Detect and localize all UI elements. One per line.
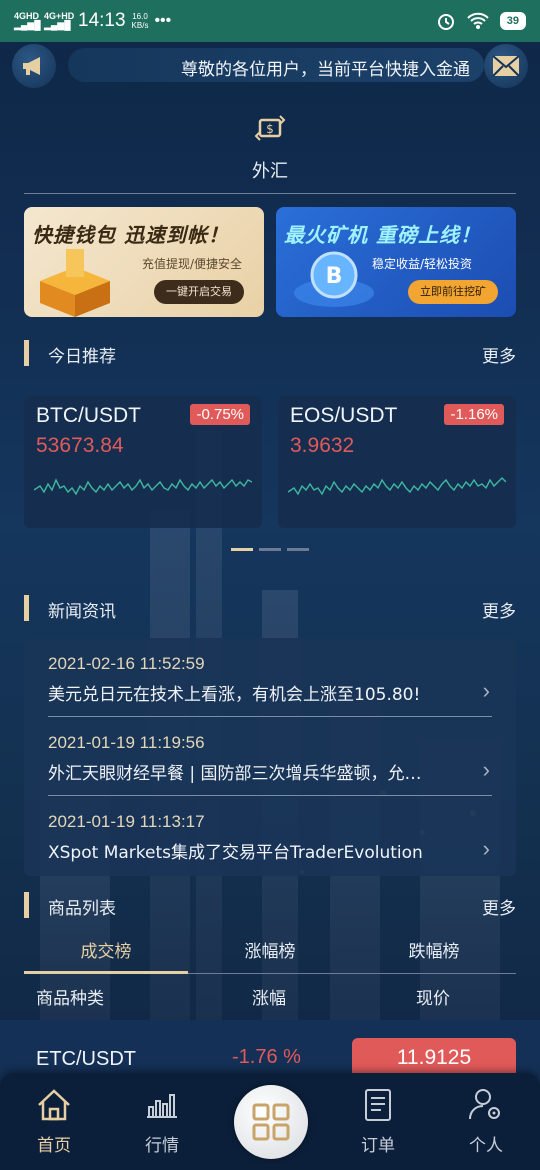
gold-box-icon xyxy=(40,249,110,317)
notice-marquee[interactable]: 尊敬的各位用户，当前平台快捷入金通 xyxy=(68,48,484,82)
svg-text:$: $ xyxy=(266,122,274,136)
news-title: 外汇天眼财经早餐 | 国防部三次增兵华盛顿，允… xyxy=(48,764,422,784)
news-time: 2021-01-19 11:13:17 xyxy=(48,812,205,831)
grid-icon xyxy=(252,1103,290,1141)
product-price-badge: 11.9125 xyxy=(352,1038,516,1078)
banner-mining[interactable]: B 最火矿机 重磅上线！ 稳定收益/轻松投资 立即前往挖矿 xyxy=(276,207,516,317)
nav-profile[interactable]: 个人 xyxy=(446,1085,526,1156)
news-title: 美元兑日元在技术上看涨，有机会上涨至105.80! xyxy=(48,685,421,705)
news-more-link[interactable]: 更多 xyxy=(482,597,516,622)
carousel-pager xyxy=(231,548,309,551)
open-trading-button[interactable]: 一键开启交易 xyxy=(154,280,244,304)
nav-label: 行情 xyxy=(145,1136,179,1156)
product-column-headers: 商品种类 涨幅 现价 xyxy=(24,984,516,1012)
pager-dot[interactable] xyxy=(287,548,309,551)
megaphone-icon xyxy=(23,57,40,75)
pager-dot-active[interactable] xyxy=(231,548,253,551)
mining-coin-icon: B xyxy=(294,251,374,307)
forex-exchange-icon: $ xyxy=(254,115,286,141)
ticker-price: 3.9632 xyxy=(290,434,355,457)
active-tab-indicator xyxy=(24,971,188,974)
news-item[interactable]: 2021-01-19 11:19:56 外汇天眼财经早餐 | 国防部三次增兵华盛… xyxy=(24,717,516,795)
notice-text: 尊敬的各位用户，当前平台快捷入金通 xyxy=(181,60,470,80)
ticker-card-btc[interactable]: BTC/USDT -0.75% 53673.84 xyxy=(24,396,262,528)
message-button[interactable] xyxy=(484,44,528,88)
ticker-symbol: EOS/USDT xyxy=(290,404,398,427)
section-title: 商品列表 xyxy=(48,899,116,919)
section-accent-bar xyxy=(24,340,29,366)
tab-losers[interactable]: 跌幅榜 xyxy=(352,937,516,962)
banner-subtitle: 充值提现/便捷安全 xyxy=(142,257,243,271)
banner-title: 最火矿机 重磅上线！ xyxy=(284,223,481,247)
nav-home[interactable]: 首页 xyxy=(14,1085,94,1156)
status-bar: 4GHD ▂▄▆█ 4G+HD ▂▄▆█ 14:13 16.0 KB/s •••… xyxy=(0,0,540,42)
ticker-change-badge: -0.75% xyxy=(190,404,250,425)
home-icon xyxy=(38,1089,70,1121)
section-title: 新闻资讯 xyxy=(48,602,116,622)
go-mining-button[interactable]: 立即前往挖矿 xyxy=(408,280,498,304)
nav-orders[interactable]: 订单 xyxy=(338,1085,418,1156)
nav-center-button[interactable] xyxy=(234,1085,308,1159)
chevron-right-icon: › xyxy=(482,757,490,782)
ticker-symbol: BTC/USDT xyxy=(36,404,141,427)
column-header-price: 现价 xyxy=(416,989,450,1009)
wifi-icon xyxy=(467,12,489,29)
news-time: 2021-01-19 11:19:56 xyxy=(48,733,205,752)
news-item[interactable]: 2021-02-16 11:52:59 美元兑日元在技术上看涨，有机会上涨至10… xyxy=(24,638,516,716)
banner-wallet[interactable]: 快捷钱包 迅速到帐！ 充值提现/便捷安全 一键开启交易 xyxy=(24,207,264,317)
section-accent-bar xyxy=(24,595,29,621)
svg-text:B: B xyxy=(326,264,343,289)
ticker-card-eos[interactable]: EOS/USDT -1.16% 3.9632 xyxy=(278,396,516,528)
section-title: 今日推荐 xyxy=(48,347,116,367)
mail-icon xyxy=(492,55,520,77)
ticker-price: 53673.84 xyxy=(36,434,124,457)
notice-bar: 尊敬的各位用户，当前平台快捷入金通 xyxy=(0,42,540,90)
product-change: -1.76 % xyxy=(232,1046,301,1068)
sparkline-chart xyxy=(288,477,506,496)
battery-icon: 39 xyxy=(499,12,526,30)
announcement-button[interactable] xyxy=(12,44,56,88)
chevron-right-icon: › xyxy=(482,678,490,703)
ticker-change-badge: -1.16% xyxy=(444,404,504,425)
nav-label: 首页 xyxy=(37,1136,71,1156)
recommend-more-link[interactable]: 更多 xyxy=(482,342,516,367)
alarm-icon xyxy=(437,14,454,30)
order-list-icon xyxy=(365,1089,391,1121)
news-time: 2021-02-16 11:52:59 xyxy=(48,654,205,673)
network-speed: 16.0 KB/s xyxy=(131,12,149,30)
products-more-link[interactable]: 更多 xyxy=(482,894,516,919)
section-divider xyxy=(24,193,516,194)
tab-gainers[interactable]: 涨幅榜 xyxy=(188,937,352,962)
banner-subtitle: 稳定收益/轻松投资 xyxy=(372,257,473,271)
nav-market[interactable]: 行情 xyxy=(122,1085,202,1156)
news-title: XSpot Markets集成了交易平台TraderEvolution xyxy=(48,843,423,863)
column-header-symbol: 商品种类 xyxy=(36,989,104,1009)
more-status-icon: ••• xyxy=(154,12,172,29)
product-symbol: ETC/USDT xyxy=(36,1048,136,1070)
banner-title: 快捷钱包 迅速到帐！ xyxy=(32,223,229,247)
bottom-navigation: 首页 行情 订单 个人 xyxy=(0,1073,540,1170)
nav-label: 订单 xyxy=(361,1136,395,1156)
market-chart-icon xyxy=(147,1094,177,1118)
chevron-right-icon: › xyxy=(482,836,490,861)
tab-volume[interactable]: 成交榜 xyxy=(24,937,188,962)
column-header-change: 涨幅 xyxy=(252,989,286,1009)
clock: 14:13 xyxy=(78,10,126,31)
product-tabs: 成交榜 涨幅榜 跌幅榜 xyxy=(24,933,516,975)
products-header: 商品列表 更多 xyxy=(24,892,516,920)
news-list: 2021-02-16 11:52:59 美元兑日元在技术上看涨，有机会上涨至10… xyxy=(24,638,516,876)
user-settings-icon xyxy=(469,1089,500,1120)
network-indicator: 4GHD ▂▄▆█ xyxy=(14,11,41,30)
category-label: 外汇 xyxy=(252,161,288,182)
news-item[interactable]: 2021-01-19 11:13:17 XSpot Markets集成了交易平台… xyxy=(24,796,516,874)
news-header: 新闻资讯 更多 xyxy=(24,595,516,623)
sparkline-chart xyxy=(34,478,252,496)
category-forex[interactable]: $ 外汇 xyxy=(0,110,540,183)
nav-label: 个人 xyxy=(469,1136,503,1156)
recommend-header: 今日推荐 更多 xyxy=(24,340,516,368)
pager-dot[interactable] xyxy=(259,548,281,551)
section-accent-bar xyxy=(24,892,29,918)
network-indicator-2: 4G+HD ▂▄▆█ xyxy=(44,11,75,30)
